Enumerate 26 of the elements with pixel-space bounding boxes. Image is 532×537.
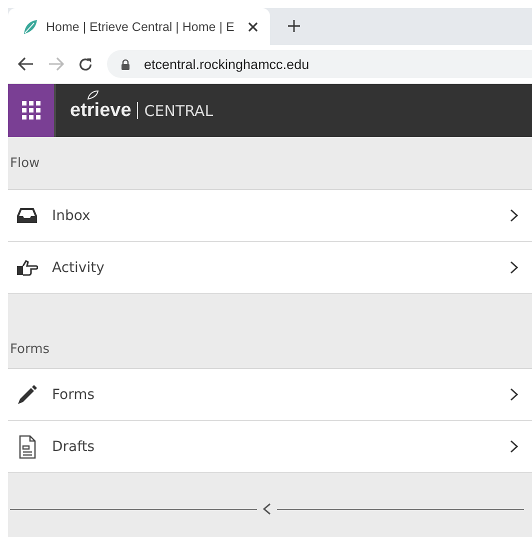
- leaf-icon: [22, 18, 38, 34]
- app-launcher-button[interactable]: [8, 84, 56, 137]
- address-field[interactable]: etcentral.rockinghamcc.edu: [107, 50, 532, 78]
- menu-item[interactable]: Inbox: [8, 190, 532, 242]
- grid-icon: [22, 101, 40, 120]
- menu-item[interactable]: Activity: [8, 242, 532, 294]
- leaf-icon: [87, 90, 99, 100]
- chevron-right-icon: [510, 261, 518, 274]
- back-arrow-icon[interactable]: [18, 57, 34, 71]
- lock-icon: [121, 58, 130, 70]
- chevron-right-icon: [510, 388, 518, 401]
- new-tab-icon[interactable]: [288, 20, 300, 32]
- document-icon: [18, 434, 36, 458]
- product-name: CENTRAL: [144, 102, 214, 120]
- pencil-icon: [16, 384, 38, 404]
- menu-item[interactable]: Forms: [8, 369, 532, 421]
- reload-icon[interactable]: [78, 56, 93, 72]
- close-icon[interactable]: [248, 22, 258, 32]
- menu-item[interactable]: Drafts: [8, 421, 532, 473]
- inbox-tray-icon: [17, 208, 37, 223]
- chevron-right-icon: [510, 440, 518, 453]
- collapse-chevron-icon[interactable]: [263, 503, 271, 515]
- chevron-right-icon: [510, 209, 518, 222]
- pointing-hand-icon: [16, 260, 38, 276]
- brand-logo: etrieve: [70, 101, 132, 120]
- browser-tab[interactable]: Home | Etrieve Central | Home | E: [8, 8, 270, 45]
